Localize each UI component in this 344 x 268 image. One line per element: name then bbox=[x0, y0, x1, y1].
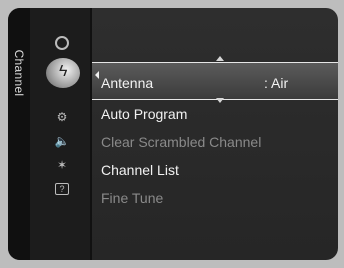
side-menu-label: Channel bbox=[8, 8, 30, 260]
satellite-dish-icon[interactable]: ϟ bbox=[46, 58, 80, 88]
speaker-icon[interactable]: 🔈 bbox=[52, 132, 72, 150]
satellite-dish-bolt: ϟ bbox=[59, 63, 68, 80]
menu-item-channel-list[interactable]: Channel List bbox=[101, 162, 179, 178]
menu-item-label: Fine Tune bbox=[101, 190, 164, 206]
menu-item-antenna[interactable]: Antenna bbox=[101, 75, 153, 91]
down-arrow-icon bbox=[216, 98, 224, 103]
menu-item-clear-scrambled-channel: Clear Scrambled Channel bbox=[101, 134, 261, 150]
tv-menu-panel: Channel ϟ ⚙ 🔈 ✶ ? Antenna : Air Auto Pro… bbox=[8, 8, 338, 260]
menu-item-antenna-value: : Air bbox=[264, 75, 289, 91]
gear-icon[interactable]: ⚙ bbox=[52, 108, 72, 126]
icon-column: ϟ ⚙ 🔈 ✶ ? bbox=[30, 8, 92, 260]
left-arrow-icon bbox=[95, 71, 99, 79]
menu-item-label: Channel List bbox=[101, 162, 179, 178]
clock-icon[interactable] bbox=[52, 34, 72, 52]
menu-item-auto-program[interactable]: Auto Program bbox=[101, 106, 187, 122]
help-box-icon[interactable]: ? bbox=[52, 180, 72, 198]
menu-item-label: Clear Scrambled Channel bbox=[101, 134, 262, 150]
up-arrow-icon bbox=[216, 56, 224, 61]
menu-item-fine-tune: Fine Tune bbox=[101, 190, 163, 206]
icon-column-separator bbox=[90, 8, 92, 260]
menu-item-label: Auto Program bbox=[101, 106, 188, 122]
side-menu-title: Channel bbox=[12, 49, 26, 97]
menu-item-label: Antenna bbox=[101, 75, 154, 91]
sparkle-icon[interactable]: ✶ bbox=[52, 156, 72, 174]
